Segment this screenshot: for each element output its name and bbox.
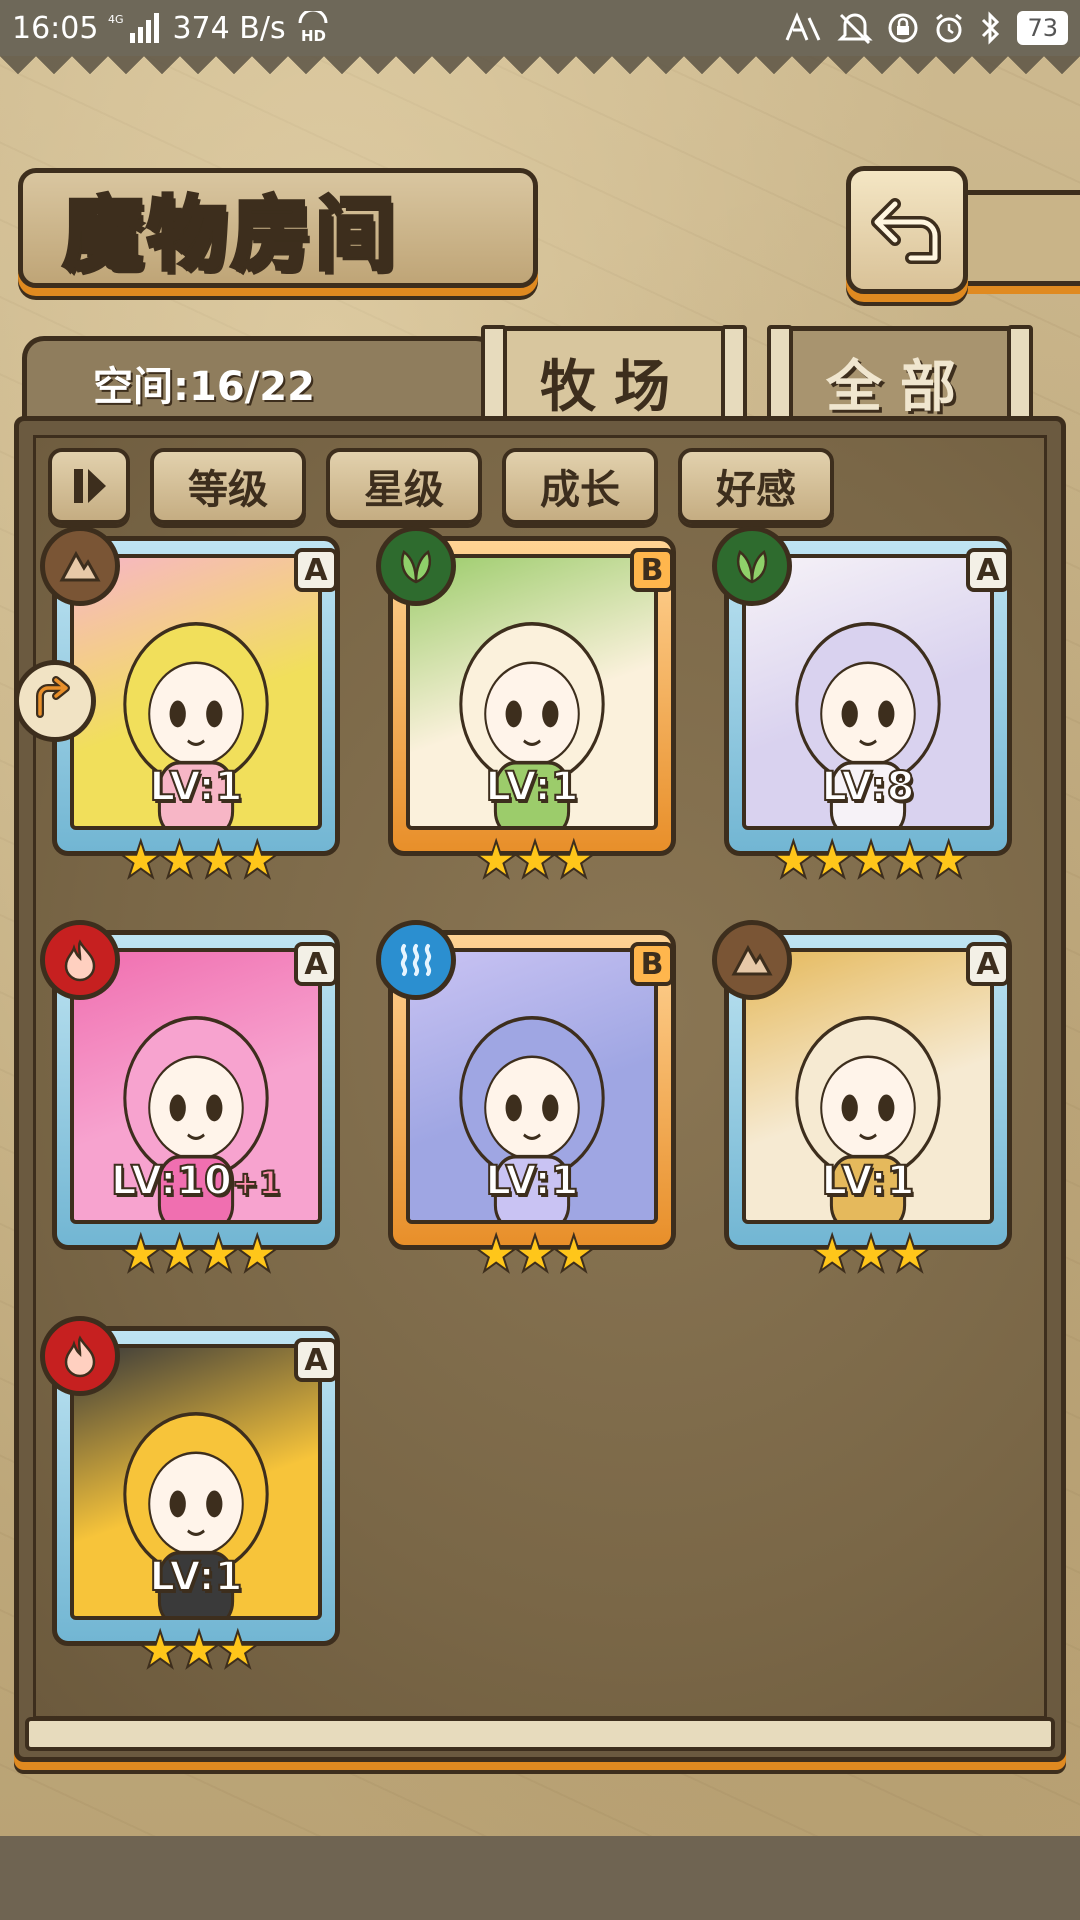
sort-toggle-button[interactable] bbox=[48, 448, 130, 524]
monster-level: LV:1 bbox=[382, 1157, 682, 1205]
bluetooth-icon bbox=[979, 8, 1003, 48]
tab-all-label: 全部 bbox=[826, 354, 974, 420]
battery-icon: 73 bbox=[1017, 11, 1068, 45]
svg-text:HD: HD bbox=[301, 27, 326, 45]
panel-rail bbox=[25, 1717, 1055, 1751]
title-plaque: 魔物房间 bbox=[18, 168, 538, 288]
rank-badge: B bbox=[630, 548, 674, 592]
star-rating: ★★★ bbox=[473, 831, 597, 889]
earth-element-icon bbox=[40, 526, 120, 606]
alarm-icon bbox=[933, 8, 965, 48]
star-rating: ★★★★★ bbox=[770, 831, 972, 889]
filter-affection-button[interactable]: 好感 bbox=[678, 448, 834, 524]
filter-star-button[interactable]: 星级 bbox=[326, 448, 482, 524]
level-value: LV:1 bbox=[149, 1553, 244, 1601]
level-value: LV:1 bbox=[485, 763, 580, 811]
monster-card[interactable]: B LV:1 ★★★ bbox=[376, 526, 682, 892]
mute-icon bbox=[837, 8, 874, 48]
rank-badge: A bbox=[294, 548, 338, 592]
collapse-arrow-icon bbox=[36, 676, 70, 718]
monster-level: LV:1 bbox=[46, 1553, 346, 1601]
level-value: LV:1 bbox=[149, 763, 244, 811]
rank-badge: A bbox=[966, 942, 1010, 986]
star-rating: ★★★ bbox=[473, 1225, 597, 1283]
level-value: LV:10 bbox=[110, 1157, 233, 1205]
rank-badge: B bbox=[630, 942, 674, 986]
level-value: LV:1 bbox=[821, 1157, 916, 1205]
star-rating: ★★★★ bbox=[117, 1225, 280, 1283]
fire-element-icon bbox=[40, 920, 120, 1000]
water-element-icon bbox=[376, 920, 456, 1000]
bottom-border bbox=[0, 1818, 1080, 1920]
back-arrow-icon bbox=[871, 198, 941, 264]
nfc-icon bbox=[783, 8, 823, 48]
monster-card[interactable]: A LV:1 ★★★ bbox=[712, 920, 1018, 1286]
svg-text:4G: 4G bbox=[108, 13, 124, 26]
monster-card[interactable]: A LV:8 ★★★★★ bbox=[712, 526, 1018, 892]
rank-badge: A bbox=[294, 942, 338, 986]
monster-level: LV:8 bbox=[718, 763, 1018, 811]
collapse-side-button[interactable] bbox=[14, 660, 96, 742]
rank-badge: A bbox=[294, 1338, 338, 1382]
back-button[interactable] bbox=[846, 166, 968, 294]
level-value: LV:1 bbox=[485, 1157, 580, 1205]
lock-icon bbox=[887, 8, 919, 48]
header-rail bbox=[962, 190, 1080, 286]
level-value: LV:8 bbox=[821, 763, 916, 811]
status-bar: 16:05 4G 374 B/s HD 73 bbox=[0, 0, 1080, 56]
monster-card[interactable]: A LV:10+1 ★★★★ bbox=[40, 920, 346, 1286]
sort-toggle-icon bbox=[74, 469, 106, 503]
space-counter: 空间:16/22 bbox=[22, 336, 498, 424]
rank-badge: A bbox=[966, 548, 1010, 592]
monster-card[interactable]: A LV:1 ★★★ bbox=[40, 1316, 346, 1682]
network-speed: 374 B/s bbox=[172, 10, 286, 46]
monster-level: LV:10+1 bbox=[46, 1157, 346, 1205]
filter-level-button[interactable]: 等级 bbox=[150, 448, 306, 524]
star-rating: ★★★ bbox=[137, 1621, 261, 1679]
space-label: 空间:16/22 bbox=[93, 363, 315, 410]
top-border bbox=[0, 56, 1080, 92]
status-time: 16:05 bbox=[12, 10, 99, 46]
leaf-element-icon bbox=[376, 526, 456, 606]
monster-level: LV:1 bbox=[46, 763, 346, 811]
hd-icon: HD bbox=[296, 8, 330, 48]
tab-ranch-label: 牧场 bbox=[540, 354, 688, 420]
fire-element-icon bbox=[40, 1316, 120, 1396]
monster-level: LV:1 bbox=[382, 763, 682, 811]
earth-element-icon bbox=[712, 920, 792, 1000]
page-title: 魔物房间 bbox=[61, 185, 399, 283]
leaf-element-icon bbox=[712, 526, 792, 606]
star-rating: ★★★★ bbox=[117, 831, 280, 889]
star-rating: ★★★ bbox=[809, 1225, 933, 1283]
level-bonus: +1 bbox=[231, 1163, 282, 1203]
monster-card[interactable]: B LV:1 ★★★ bbox=[376, 920, 682, 1286]
filter-growth-button[interactable]: 成长 bbox=[502, 448, 658, 524]
signal-icon: 4G bbox=[108, 8, 162, 48]
monster-level: LV:1 bbox=[718, 1157, 1018, 1205]
